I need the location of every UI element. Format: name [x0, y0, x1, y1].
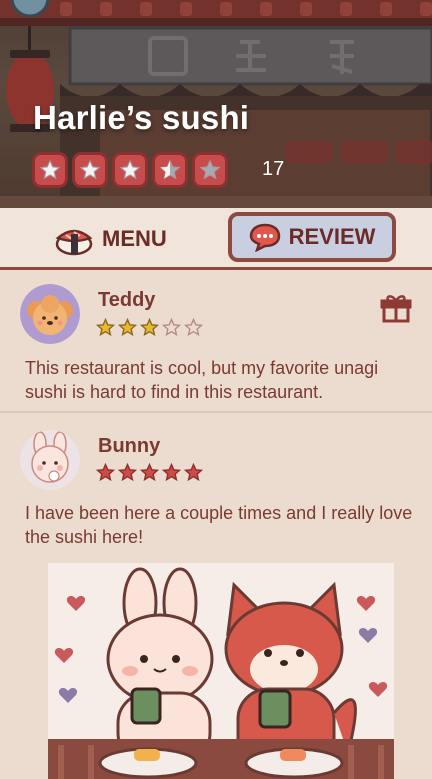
filled-star-icon [162, 463, 181, 482]
tab-menu[interactable]: MENU [54, 222, 167, 256]
review-card: Bunny I have been here a couple times an… [0, 415, 432, 779]
filled-star-icon [96, 318, 115, 337]
bunny-avatar-illustration [20, 430, 80, 490]
chat-bubble-icon [249, 223, 280, 252]
star-icon [39, 159, 61, 180]
half-star-icon [159, 159, 181, 180]
avatar [20, 430, 80, 490]
review-text: I have been here a couple times and I re… [25, 503, 413, 547]
avatar [20, 284, 80, 344]
restaurant-name: Harlie’s sushi [33, 99, 250, 136]
rating-count: 17 [262, 158, 285, 180]
tab-menu-label: MENU [102, 226, 167, 251]
tab-bar: MENU REVIEW [0, 208, 432, 270]
empty-star-icon [184, 318, 203, 337]
bunny-and-fox-eating-sushi-illustration [48, 563, 394, 779]
rating-star-3 [112, 152, 148, 188]
filled-star-icon [140, 318, 159, 337]
review-stars [96, 463, 203, 482]
star-icon [79, 159, 101, 180]
review-text: This restaurant is cool, but my favorite… [25, 358, 379, 402]
tab-review-label: REVIEW [288, 224, 376, 249]
filled-star-icon [118, 318, 137, 337]
filled-star-icon [96, 463, 115, 482]
gift-icon[interactable] [380, 292, 412, 324]
restaurant-rating [32, 152, 228, 188]
rating-star-2 [72, 152, 108, 188]
dog-avatar-illustration [20, 284, 80, 344]
rating-star-4 [152, 152, 188, 188]
reviewer-name: Bunny [98, 435, 161, 457]
filled-star-icon [140, 463, 159, 482]
sushi-icon [55, 229, 93, 256]
star-icon [119, 159, 141, 180]
rating-star-1 [32, 152, 68, 188]
review-card: Teddy This restaurant is cool, but my fa… [0, 270, 432, 413]
tab-review[interactable]: REVIEW [228, 212, 396, 262]
review-photo[interactable] [48, 563, 394, 779]
filled-star-icon [184, 463, 203, 482]
restaurant-header: Harlie’s sushi 17 [0, 0, 432, 208]
rating-star-5 [192, 152, 228, 188]
empty-star-icon [199, 159, 221, 180]
filled-star-icon [118, 463, 137, 482]
review-stars [96, 318, 203, 337]
reviewer-name: Teddy [98, 289, 156, 311]
empty-star-icon [162, 318, 181, 337]
